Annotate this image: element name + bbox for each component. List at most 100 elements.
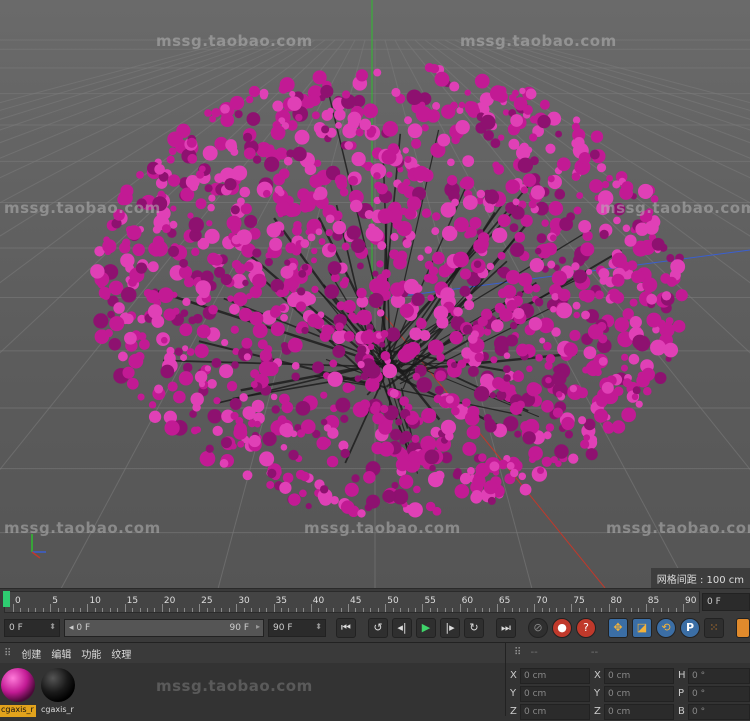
blossom [583,346,597,360]
start-frame-field[interactable]: 0 F ⬍ [4,619,60,637]
blossom [479,373,495,388]
blossom [429,464,436,472]
position-x-field[interactable]: 0 cm [520,668,590,684]
rotate-key-icon[interactable]: ⟲ [656,618,676,638]
blossom [434,385,444,395]
parameter-key-button[interactable]: P [680,618,700,638]
rotation-h-field[interactable]: 0 ° [688,668,750,684]
next-frame-icon[interactable]: |▸ [440,618,460,638]
3d-viewport[interactable]: mssg.taobao.com mssg.taobao.com mssg.tao… [0,0,750,588]
blossom [241,337,253,349]
blossom [409,327,423,341]
material-label[interactable]: cgaxis_r [0,705,36,717]
blossom [266,481,275,489]
play-icon[interactable]: ▶ [416,618,436,638]
menu-create[interactable]: 创建 [21,646,41,661]
blossom [622,378,632,388]
scale-key-icon[interactable]: ◪ [632,618,652,638]
timeline-tick [519,608,521,612]
stepper-icon[interactable]: ⬍ [49,622,56,631]
autokey-icon[interactable]: ● [552,618,572,638]
blossom [400,430,413,443]
blossom [372,412,385,425]
blossom [381,269,391,279]
blossom [433,394,443,404]
blossom [462,441,477,456]
blossom [182,297,191,307]
blossom [335,397,351,413]
left-arrow-icon[interactable]: ◂ [69,623,74,633]
menu-edit[interactable]: 编辑 [51,646,71,661]
blossom [440,419,457,435]
end-frame-value: 90 F [273,623,293,633]
material-swatch-black[interactable] [40,667,76,703]
blossom [417,254,424,261]
blossom [585,361,601,377]
menu-texture[interactable]: 纹理 [111,646,131,661]
previous-frame-icon[interactable]: ◂| [392,618,412,638]
position-z-field[interactable]: 0 cm [520,704,590,720]
rotation-b-field[interactable]: 0 ° [688,704,750,720]
record-disabled-icon[interactable]: ⊘ [528,618,548,638]
blossom [355,69,369,82]
blossom [208,194,216,202]
axis-label: P [678,688,685,699]
blossom [451,361,458,369]
blossom [187,212,194,219]
blossom [168,147,177,156]
timeline[interactable]: 0 5 10 15 20 25 30 35 40 45 50 55 60 65 70 75 80 85 90 0 F [0,588,750,614]
blossom [449,81,460,92]
move-key-icon[interactable]: ✥ [608,618,628,638]
blossom [219,459,229,468]
blossom [307,233,316,242]
point-level-icon[interactable]: ⁙ [704,618,724,638]
blossom [473,260,482,268]
stepper-icon[interactable]: ⬍ [315,622,322,631]
current-frame-field[interactable]: 0 F [702,593,750,611]
blossom [580,439,590,449]
blossom [552,407,564,418]
blossom [596,163,607,173]
timeline-tick [385,604,387,612]
blossom [585,289,596,300]
size-x-field[interactable]: 0 cm [604,668,674,684]
next-key-icon[interactable]: ↻ [464,618,484,638]
menu-function[interactable]: 功能 [81,646,101,661]
material-label[interactable]: cgaxis_r [40,705,76,717]
timeline-tick [660,608,662,612]
preview-range-slider[interactable]: ◂ 0 F 90 F ▸ [64,619,264,637]
position-y-field[interactable]: 0 cm [520,686,590,702]
blossom [212,425,223,437]
timeline-menu-icon[interactable] [736,618,750,638]
blossom [252,273,267,289]
size-z-field[interactable]: 0 cm [604,704,674,720]
blossom [545,143,556,154]
playhead[interactable] [3,591,10,607]
right-arrow-icon[interactable]: ▸ [256,622,260,631]
blossom [367,343,375,350]
blossom [576,192,584,200]
blossom [363,103,378,119]
end-frame-field[interactable]: 90 F ⬍ [268,619,326,637]
last-frame-icon[interactable]: ⏭ [496,618,516,638]
rotation-p-field[interactable]: 0 ° [688,686,750,702]
blossom [248,85,260,98]
size-y-field[interactable]: 0 cm [604,686,674,702]
blossom [351,151,366,167]
keyframe-help-icon[interactable]: ? [576,618,596,638]
blossom [529,257,545,273]
blossom [275,201,291,216]
blossom [327,371,343,387]
previous-key-icon[interactable]: ↺ [368,618,388,638]
blossom [489,461,500,472]
first-frame-icon[interactable]: ⏮ [336,618,356,638]
blossom [93,313,109,329]
blossom [455,119,470,135]
material-swatch-pink[interactable] [0,667,36,703]
blossom [451,135,460,145]
blossom [555,460,562,467]
blossom [568,453,579,464]
timeline-ruler[interactable]: 0 5 10 15 20 25 30 35 40 45 50 55 60 65 70 75 80 85 90 [4,591,700,613]
blossom [573,206,582,215]
blossom [186,137,197,148]
